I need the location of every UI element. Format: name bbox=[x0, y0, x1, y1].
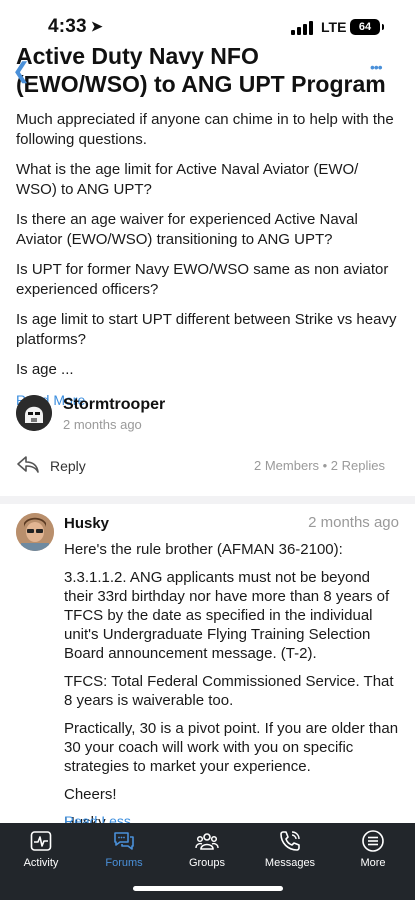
tab-more[interactable]: More bbox=[338, 829, 408, 869]
tab-label: Groups bbox=[188, 857, 226, 869]
post-timestamp: 2 months ago bbox=[63, 417, 142, 432]
reply-icon[interactable] bbox=[16, 454, 42, 476]
tab-label: Messages bbox=[264, 857, 316, 869]
post-paragraph: Is there an age waiver for experienced A… bbox=[16, 211, 358, 248]
thread-title: Active Duty Navy NFO (EWO/WSO) to ANG UP… bbox=[16, 43, 386, 97]
tab-label: Forums bbox=[105, 857, 143, 869]
activity-icon bbox=[30, 831, 52, 851]
groups-icon bbox=[195, 833, 219, 850]
network-label: LTE bbox=[321, 19, 347, 35]
back-icon[interactable]: ❮ bbox=[12, 58, 30, 84]
forums-icon bbox=[114, 832, 134, 850]
more-options-icon[interactable]: ••• bbox=[370, 59, 383, 75]
thread-stats: 2 Members • 2 Replies bbox=[254, 458, 385, 473]
status-bar: 4:33 ➤ LTE 64 bbox=[0, 0, 415, 44]
reply-body: Here's the rule brother (AFMAN 36-2100):… bbox=[64, 540, 399, 841]
location-arrow-icon: ➤ bbox=[90, 18, 103, 34]
status-time: 4:33 ➤ bbox=[48, 16, 103, 37]
post-paragraph: Is UPT for former Navy EWO/WSO same as n… bbox=[16, 261, 389, 298]
battery-icon: 64 bbox=[350, 19, 384, 35]
tab-messages[interactable]: Messages bbox=[255, 829, 325, 869]
author-name[interactable]: Stormtrooper bbox=[63, 396, 165, 414]
reply-paragraph: Practically, 30 is a pivot point. If you… bbox=[64, 720, 399, 775]
tab-activity[interactable]: Activity bbox=[6, 829, 76, 869]
post-paragraph: Much appreciated if anyone can chime in … bbox=[16, 111, 394, 148]
reply-paragraph: Cheers! bbox=[64, 786, 117, 803]
reply-button[interactable]: Reply bbox=[50, 458, 86, 474]
home-indicator[interactable] bbox=[133, 886, 283, 891]
post-paragraph: Is age ... bbox=[16, 361, 74, 378]
divider bbox=[0, 496, 415, 504]
signal-icon bbox=[291, 21, 317, 35]
tab-label: More bbox=[360, 857, 386, 869]
reply-paragraph: Here's the rule brother (AFMAN 36-2100): bbox=[64, 541, 343, 558]
avatar[interactable] bbox=[16, 395, 52, 431]
reply-paragraph: 3.3.1.1.2. ANG applicants must not be be… bbox=[64, 569, 390, 662]
post-paragraph: Is age limit to start UPT different betw… bbox=[16, 311, 397, 348]
tab-label: Activity bbox=[23, 857, 59, 869]
post-body: Much appreciated if anyone can chime in … bbox=[16, 110, 401, 410]
more-icon bbox=[362, 830, 384, 852]
reply-row: Reply 2 Members • 2 Replies bbox=[16, 454, 401, 478]
avatar[interactable] bbox=[16, 513, 54, 551]
reply-timestamp: 2 months ago bbox=[308, 514, 399, 531]
reply-author-name[interactable]: Husky bbox=[64, 515, 109, 532]
reply-paragraph: TFCS: Total Federal Commissioned Service… bbox=[64, 673, 394, 709]
post-paragraph: What is the age limit for Active Naval A… bbox=[16, 161, 359, 198]
tab-forums[interactable]: Forums bbox=[89, 829, 159, 869]
tab-groups[interactable]: Groups bbox=[172, 829, 242, 869]
messages-icon bbox=[280, 831, 300, 851]
